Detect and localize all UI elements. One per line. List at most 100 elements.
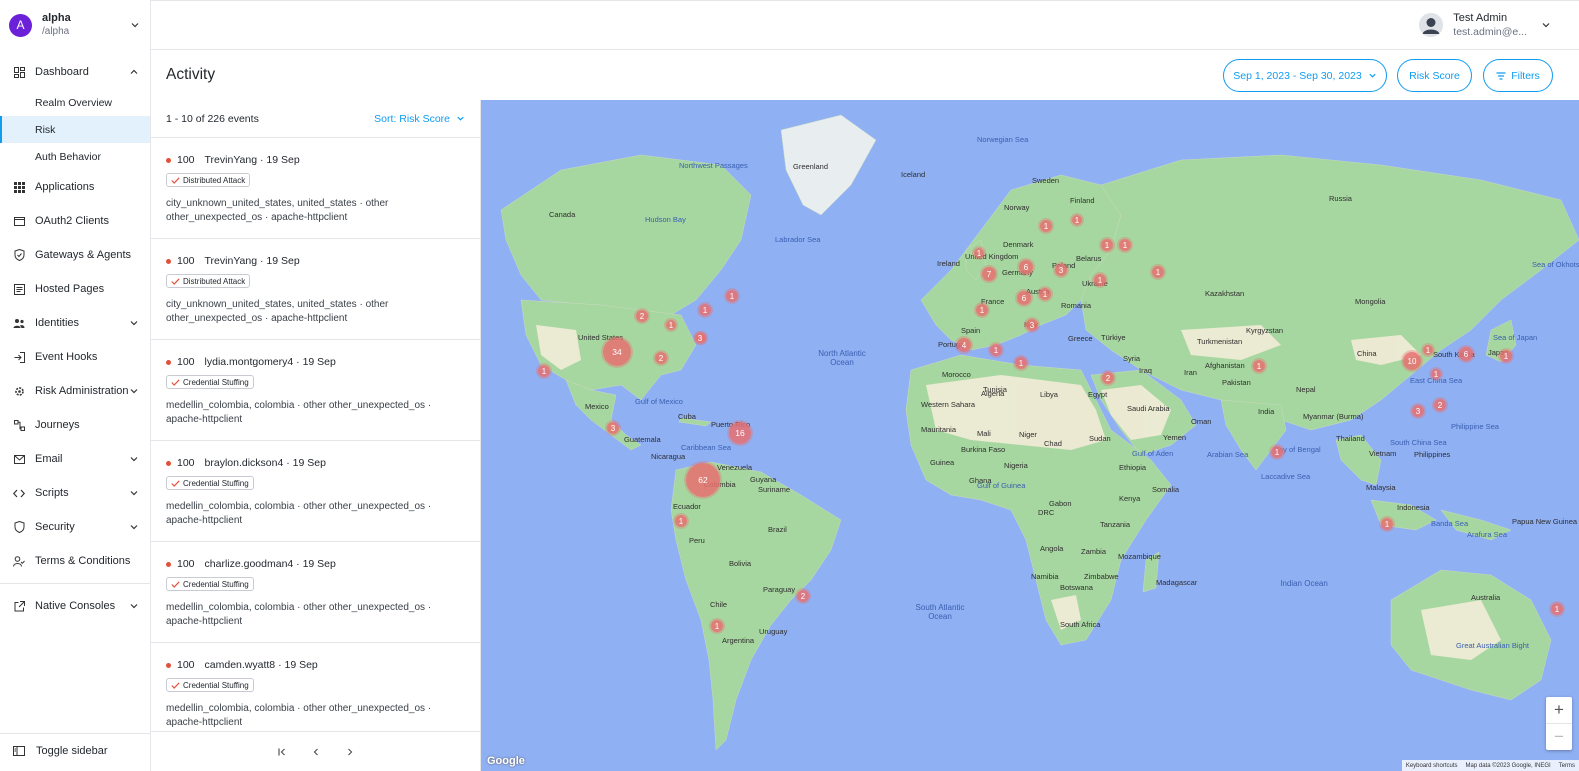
realm-switcher[interactable]: A alpha /alpha: [0, 0, 150, 50]
map-cluster-marker[interactable]: 1: [699, 304, 711, 316]
map-cluster-marker[interactable]: 6: [1459, 347, 1473, 361]
map-label: Nicaragua: [651, 452, 686, 461]
sidebar-item-terms-conditions[interactable]: Terms & Conditions: [0, 544, 150, 578]
map-cluster-marker[interactable]: 3: [695, 333, 705, 343]
map-cluster-marker[interactable]: 1: [538, 365, 550, 377]
pagination: [151, 731, 480, 771]
filters-button[interactable]: Filters: [1483, 59, 1553, 92]
sidebar-item-native-consoles[interactable]: Native Consoles: [0, 589, 150, 623]
map-cluster-marker[interactable]: 3: [607, 422, 619, 434]
map-cluster-marker[interactable]: 1: [1119, 239, 1131, 251]
previous-page-icon[interactable]: [309, 745, 323, 759]
map-cluster-marker[interactable]: 3: [1026, 319, 1038, 331]
google-logo: Google: [487, 755, 525, 767]
map-cluster-marker[interactable]: 1: [990, 344, 1002, 356]
event-item[interactable]: 100 braylon.dickson4 · 19 Sep Credential S…: [151, 441, 480, 542]
event-item[interactable]: 100 lydia.montgomery4 · 19 Sep Credential …: [151, 340, 480, 441]
map-cluster-marker[interactable]: 62: [686, 463, 720, 497]
world-map[interactable]: Greenland Iceland Canada United States Mexic…: [481, 100, 1579, 771]
user-email: test.admin@e...: [1453, 26, 1527, 38]
map-cluster-marker[interactable]: 1: [1381, 518, 1393, 530]
map-cluster-marker[interactable]: 10: [1403, 352, 1421, 370]
sidebar-item-event-hooks[interactable]: Event Hooks: [0, 340, 150, 374]
sidebar-item-scripts[interactable]: Scripts: [0, 476, 150, 510]
map-cluster-marker[interactable]: 4: [957, 338, 971, 352]
realm-avatar: A: [9, 13, 32, 37]
sidebar-item-realm-overview[interactable]: Realm Overview: [0, 89, 150, 116]
sidebar-item-journeys[interactable]: Journeys: [0, 408, 150, 442]
map-cluster-marker[interactable]: 16: [729, 422, 751, 444]
map-label: Spain: [961, 326, 981, 335]
risk-score-button[interactable]: Risk Score: [1397, 59, 1472, 92]
next-page-icon[interactable]: [343, 745, 357, 759]
zoom-out-button[interactable]: −: [1546, 723, 1572, 749]
map-cluster-marker[interactable]: 1: [1072, 215, 1082, 225]
map-cluster-marker[interactable]: 1: [976, 304, 988, 316]
user-menu[interactable]: Test Admin test.admin@e...: [1419, 11, 1551, 39]
map-cluster-marker[interactable]: 1: [1094, 274, 1106, 286]
map-sea-label: Hudson Bay: [645, 215, 686, 224]
map-label: Zimbabwe: [1084, 572, 1119, 581]
keyboard-shortcuts-link[interactable]: Keyboard shortcuts: [1406, 763, 1458, 769]
map-cluster-marker[interactable]: 1: [1500, 350, 1512, 362]
chevron-down-icon: [130, 491, 138, 496]
sidebar-item-auth-behavior[interactable]: Auth Behavior: [0, 143, 150, 170]
event-title: TrevinYang · 19 Sep: [204, 255, 300, 267]
sidebar-item-security[interactable]: Security: [0, 510, 150, 544]
map-cluster-marker[interactable]: 1: [1431, 369, 1441, 379]
map-cluster-marker[interactable]: 1: [675, 515, 687, 527]
map-cluster-marker[interactable]: 1: [1040, 220, 1052, 232]
date-range-button[interactable]: Sep 1, 2023 - Sep 30, 2023: [1223, 59, 1387, 92]
map-cluster-marker[interactable]: 1: [1551, 603, 1563, 615]
map-cluster-marker[interactable]: 1: [1152, 266, 1164, 278]
sort-dropdown[interactable]: Sort: Risk Score: [374, 113, 465, 125]
map-cluster-marker[interactable]: 1: [1423, 345, 1433, 355]
map-cluster-marker[interactable]: 3: [1055, 264, 1067, 276]
event-item[interactable]: 100 camden.wyatt8 · 19 Sep Credential Stuf…: [151, 643, 480, 744]
map-label: Niger: [1019, 430, 1037, 439]
event-item[interactable]: 100 TrevinYang · 19 Sep Distributed Attack…: [151, 138, 480, 239]
map-cluster-marker[interactable]: 2: [1434, 399, 1446, 411]
terms-link[interactable]: Terms: [1559, 763, 1575, 769]
map-cluster-marker[interactable]: 1: [974, 248, 984, 258]
check-icon: [171, 277, 180, 285]
external-link-icon: [13, 600, 25, 612]
chevron-down-icon: [457, 116, 464, 121]
map-cluster-marker[interactable]: 1: [726, 290, 738, 302]
map-cluster-marker[interactable]: 2: [636, 310, 648, 322]
risk-score: 100: [177, 659, 195, 671]
sidebar-item-oauth2-clients[interactable]: OAuth2 Clients: [0, 204, 150, 238]
sidebar-item-gateways-agents[interactable]: Gateways & Agents: [0, 238, 150, 272]
first-page-icon[interactable]: [275, 745, 289, 759]
app-root: A alpha /alpha Dashboard Realm Overview …: [0, 0, 1579, 771]
sidebar-item-applications[interactable]: Applications: [0, 170, 150, 204]
map-cluster-marker[interactable]: 6: [1017, 291, 1031, 305]
map-cluster-marker[interactable]: 34: [603, 338, 631, 366]
map-cluster-marker[interactable]: 2: [797, 590, 809, 602]
map-cluster-marker[interactable]: 1: [1271, 446, 1283, 458]
map-cluster-marker[interactable]: 1: [711, 620, 723, 632]
sidebar-item-risk-administration[interactable]: Risk Administration: [0, 374, 150, 408]
map-cluster-marker[interactable]: 1: [1015, 357, 1027, 369]
toggle-sidebar-button[interactable]: Toggle sidebar: [0, 737, 150, 765]
map-cluster-marker[interactable]: 2: [655, 352, 667, 364]
map-cluster-marker[interactable]: 1: [1253, 360, 1265, 372]
map-cluster-marker[interactable]: 7: [982, 267, 996, 281]
sidebar-item-dashboard[interactable]: Dashboard: [0, 55, 150, 89]
sidebar-item-email[interactable]: Email: [0, 442, 150, 476]
event-item[interactable]: 100 charlize.goodman4 · 19 Sep Credential …: [151, 542, 480, 643]
event-item[interactable]: 100 TrevinYang · 19 Sep Distributed Attack…: [151, 239, 480, 340]
sidebar-item-risk[interactable]: Risk: [0, 116, 150, 143]
map-cluster-marker[interactable]: 1: [1101, 239, 1113, 251]
zoom-in-button[interactable]: +: [1546, 697, 1572, 723]
map-cluster-marker[interactable]: 2: [1102, 372, 1114, 384]
sidebar-item-hosted-pages[interactable]: Hosted Pages: [0, 272, 150, 306]
sidebar-item-identities[interactable]: Identities: [0, 306, 150, 340]
map-sea-label: Gulf of Aden: [1132, 449, 1174, 458]
map-cluster-marker[interactable]: 1: [666, 320, 676, 330]
map-cluster-marker[interactable]: 6: [1019, 260, 1033, 274]
map-cluster-marker[interactable]: 3: [1412, 405, 1424, 417]
map-label: Saudi Arabia: [1127, 404, 1170, 413]
map-cluster-marker[interactable]: 1: [1039, 288, 1051, 300]
journey-icon: [13, 419, 25, 431]
